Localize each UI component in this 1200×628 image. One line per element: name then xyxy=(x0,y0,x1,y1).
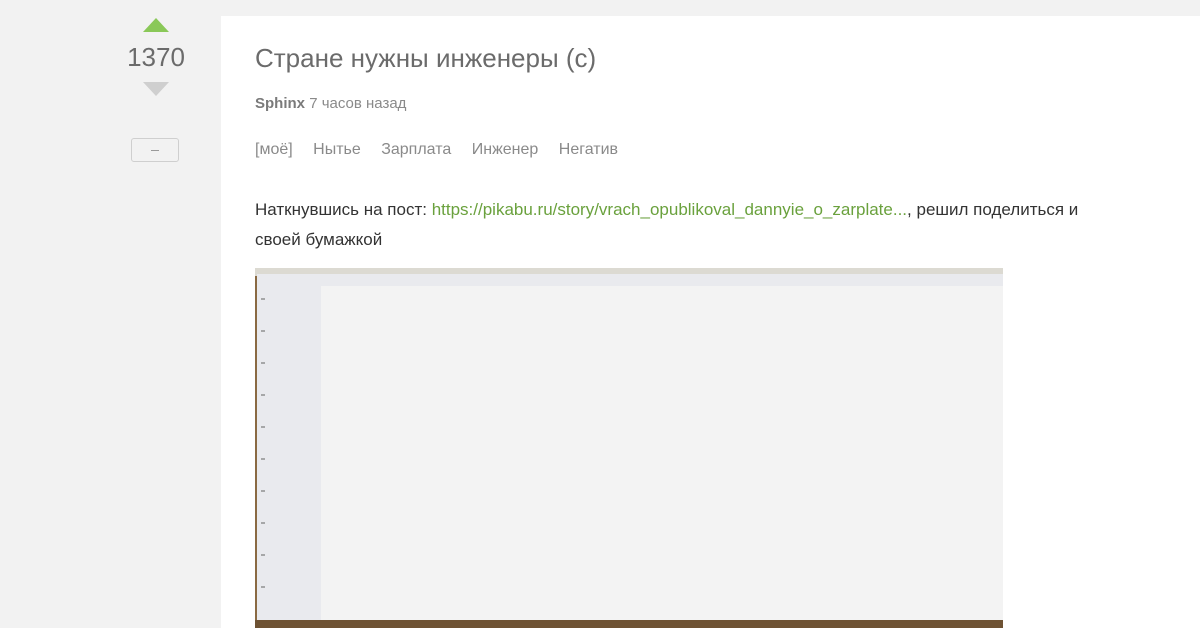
paper-dotted-margin xyxy=(261,298,265,618)
tag-moe[interactable]: [моё] xyxy=(255,141,293,158)
downvote-arrow-icon[interactable] xyxy=(143,82,169,96)
redacted-area xyxy=(321,286,1003,622)
story-link[interactable]: https://pikabu.ru/story/vrach_opublikova… xyxy=(432,200,907,219)
story-meta: Sphinx 7 часов назад xyxy=(255,94,406,114)
collapse-story-button[interactable] xyxy=(131,138,179,162)
story-text-before: Наткнувшись на пост: xyxy=(255,200,432,219)
tag-inzhener[interactable]: Инженер xyxy=(472,141,539,158)
page: 1370 Стране нужны инженеры (с) Sphinx 7 … xyxy=(0,0,1200,628)
story-text: Наткнувшись на пост: https://pikabu.ru/s… xyxy=(255,195,1115,255)
story-rating: 1370 xyxy=(127,42,185,72)
story-tags: [моё] Нытье Зарплата Инженер Негатив xyxy=(255,139,634,161)
story-author[interactable]: Sphinx xyxy=(255,95,305,112)
story-image[interactable] xyxy=(255,268,1003,628)
story-title[interactable]: Стране нужны инженеры (с) xyxy=(255,42,596,74)
vote-column: 1370 xyxy=(110,18,202,96)
tag-nytye[interactable]: Нытье xyxy=(313,141,361,158)
upvote-arrow-icon[interactable] xyxy=(143,18,169,32)
tag-negativ[interactable]: Негатив xyxy=(559,141,618,158)
story-time: 7 часов назад xyxy=(309,95,407,112)
minus-icon xyxy=(151,150,159,151)
table-surface xyxy=(255,620,1003,628)
story-card: Стране нужны инженеры (с) Sphinx 7 часов… xyxy=(221,16,1200,628)
tag-zarplata[interactable]: Зарплата xyxy=(381,141,451,158)
